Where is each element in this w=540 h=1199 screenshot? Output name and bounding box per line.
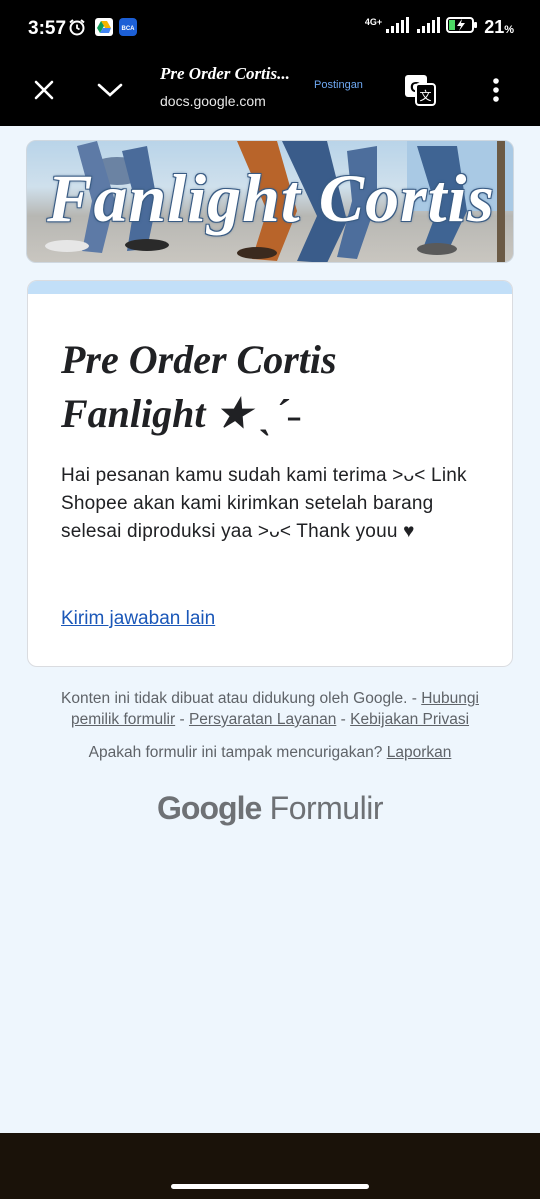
page-title: Pre Order Cortis... — [160, 64, 290, 83]
disclaimer-text: Konten ini tidak dibuat atau didukung ol… — [61, 690, 417, 707]
browser-app-bar: Pre Order Cortis... docs.google.com Post… — [0, 56, 540, 126]
report-link[interactable]: Laporkan — [387, 744, 452, 761]
status-right: 4G+ 21% — [365, 16, 514, 39]
battery-percent: 21 — [484, 17, 505, 37]
more-options-button[interactable] — [476, 70, 516, 110]
confirmation-card: Pre Order Cortis Fanlight ★ ˎˊ˗ Hai pesa… — [27, 280, 513, 667]
separator: - — [179, 711, 185, 728]
battery-charging-icon — [446, 16, 478, 39]
system-nav-bar — [0, 1133, 540, 1199]
gesture-handle[interactable] — [171, 1184, 369, 1189]
form-title: Pre Order Cortis Fanlight ★ ˎˊ˗ — [61, 337, 337, 436]
battery-unit: % — [504, 24, 514, 36]
footer-disclaimer: Konten ini tidak dibuat atau didukung ol… — [40, 688, 500, 730]
google-wordmark: Google — [157, 790, 262, 826]
google-forms-logo[interactable]: Google Formulir — [0, 790, 540, 827]
submit-another-response-link[interactable]: Kirim jawaban lain — [61, 608, 215, 630]
svg-text:BCA: BCA — [122, 26, 136, 32]
alarm-icon — [68, 18, 86, 36]
battery-level: 21% — [484, 17, 514, 38]
page-url: docs.google.com — [160, 93, 266, 109]
suspicious-question: Apakah formulir ini tampak mencurigakan? — [88, 744, 383, 761]
status-bar: 3:57 BCA 4G+ 21% — [0, 0, 540, 56]
close-button[interactable] — [24, 70, 64, 110]
translate-icon: G文 — [405, 75, 436, 106]
privacy-policy-link[interactable]: Kebijakan Privasi — [350, 711, 469, 728]
chevron-down-icon — [97, 83, 123, 97]
translate-button[interactable]: G文 — [400, 70, 440, 110]
more-vert-icon — [493, 78, 499, 102]
signal-icon — [384, 16, 410, 39]
separator: - — [340, 711, 346, 728]
drive-icon — [95, 18, 113, 36]
form-header-banner: Fanlight Cortis — [26, 140, 514, 263]
report-abuse-line: Apakah formulir ini tampak mencurigakan?… — [40, 744, 500, 762]
card-accent-bar — [28, 281, 512, 294]
svg-text:文: 文 — [419, 88, 431, 103]
post-tag[interactable]: Postingan — [314, 79, 363, 91]
status-time: 3:57 — [28, 18, 67, 39]
close-icon — [34, 80, 54, 100]
banner-title: Fanlight Cortis — [47, 160, 495, 236]
collapse-button[interactable] — [90, 70, 130, 110]
confirmation-message: Hai pesanan kamu sudah kami terima >ᴗ< L… — [61, 465, 467, 542]
terms-of-service-link[interactable]: Persyaratan Layanan — [189, 711, 336, 728]
bca-app-icon: BCA — [119, 18, 137, 36]
signal-icon — [416, 16, 441, 39]
network-label: 4G+ — [364, 16, 383, 27]
forms-wordmark: Formulir — [269, 790, 384, 826]
